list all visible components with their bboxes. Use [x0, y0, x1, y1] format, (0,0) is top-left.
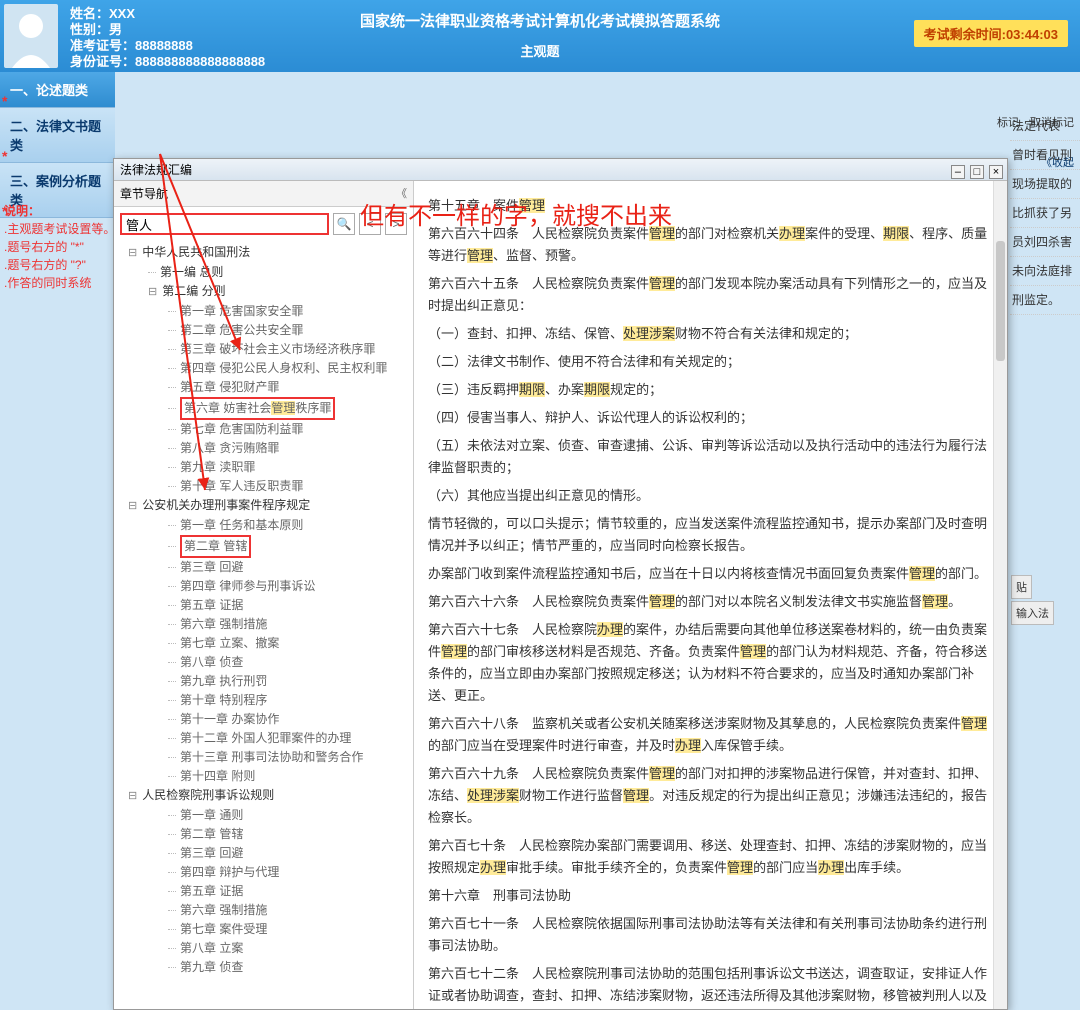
tree-node[interactable]: 第六章 强制措施 [118, 901, 413, 920]
tree-node[interactable]: 第十四章 附则 [118, 767, 413, 786]
tree-node[interactable]: 中华人民共和国刑法 [118, 243, 413, 263]
tree-node[interactable]: 第三章 回避 [118, 844, 413, 863]
tree-node[interactable]: 第八章 立案 [118, 939, 413, 958]
article-paragraph: 第六百六十九条 人民检察院负责案件管理的部门对扣押的涉案物品进行保管，并对查封、… [428, 763, 993, 829]
article-paragraph: 第六百六十四条 人民检察院负责案件管理的部门对检察机关办理案件的受理、期限、程序… [428, 223, 993, 267]
article-paragraph: 办案部门收到案件流程监控通知书后，应当在十日以内将核查情况书面回复负责案件管理的… [428, 563, 993, 585]
tree-node[interactable]: 第十章 军人违反职责罪 [118, 477, 413, 496]
article-paragraph: 第六百六十六条 人民检察院负责案件管理的部门对以本院名义制发法律文书实施监督管理… [428, 591, 993, 613]
category-sidebar: 一、论述题类* 二、法律文书题类* 三、案例分析题类* [0, 72, 115, 218]
article-paragraph: 第十六章 刑事司法协助 [428, 885, 993, 907]
dialog-titlebar[interactable]: 法律法规汇编 – □ × [114, 159, 1007, 181]
tree-node[interactable]: 第七章 危害国防利益罪 [118, 420, 413, 439]
tree-node[interactable]: 第一章 任务和基本原则 [118, 516, 413, 535]
article-paragraph: （四）侵害当事人、辩护人、诉讼代理人的诉讼权利的； [428, 407, 993, 429]
tree-node[interactable]: 第五章 证据 [118, 882, 413, 901]
tree-node[interactable]: 第三章 破坏社会主义市场经济秩序罪 [118, 340, 413, 359]
scrollbar[interactable] [993, 181, 1007, 1009]
right-context: 法定代表 曾时看见刑 现场提取的 比抓获了另 员刘四杀害 未向法庭排 刑监定。 [1010, 72, 1080, 315]
laws-dialog: 法律法规汇编 – □ × 章节导航 《 🔍 < > 中华人民共和国刑法第一编 [113, 158, 1008, 1010]
app-header: 姓名：XXX 性别：男 准考证号：88888888 身份证号：888888888… [0, 0, 1080, 72]
article-paragraph: （二）法律文书制作、使用不符合法律和有关规定的； [428, 351, 993, 373]
article-paragraph: 第六百六十七条 人民检察院办理的案件，办结后需要向其他单位移送案卷材料的，统一由… [428, 619, 993, 707]
category-legal-doc[interactable]: 二、法律文书题类* [0, 108, 115, 163]
tree-node[interactable]: 第五章 侵犯财产罪 [118, 378, 413, 397]
dialog-close-icon[interactable]: × [989, 165, 1003, 179]
tree-node[interactable]: 第二章 管辖 [118, 825, 413, 844]
tree-node[interactable]: 第二章 管辖 [118, 535, 413, 558]
article-paragraph: 第六百七十条 人民检察院办案部门需要调用、移送、处理查封、扣押、冻结的涉案财物的… [428, 835, 993, 879]
tree-node[interactable]: 第五章 证据 [118, 596, 413, 615]
user-info: 姓名：XXX 性别：男 准考证号：88888888 身份证号：888888888… [62, 0, 273, 72]
scrollbar-thumb[interactable] [996, 241, 1005, 361]
tree-node[interactable]: 第十章 特别程序 [118, 691, 413, 710]
exam-timer: 考试剩余时间:03:44:03 [914, 20, 1068, 47]
tree-node[interactable]: 第二章 危害公共安全罪 [118, 321, 413, 340]
article-paragraph: 第六百六十五条 人民检察院负责案件管理的部门发现本院办案活动具有下列情形之一的，… [428, 273, 993, 317]
chapter-tree[interactable]: 中华人民共和国刑法第一编 总则第二编 分则第一章 危害国家安全罪第二章 危害公共… [114, 241, 413, 1009]
article-paragraph: 第六百七十二条 人民检察院刑事司法协助的范围包括刑事诉讼文书送达，调查取证，安排… [428, 963, 993, 1009]
tree-node[interactable]: 第六章 强制措施 [118, 615, 413, 634]
nav-collapse-icon[interactable]: 《 [396, 185, 407, 201]
tree-node[interactable]: 第一编 总则 [118, 263, 413, 282]
article-paragraph: 情节轻微的，可以口头提示；情节较重的，应当发送案件流程监控通知书，提示办案部门及… [428, 513, 993, 557]
ime-button[interactable]: 输入法 [1011, 601, 1054, 625]
tree-node[interactable]: 公安机关办理刑事案件程序规定 [118, 496, 413, 516]
category-essay[interactable]: 一、论述题类* [0, 72, 115, 108]
tree-node[interactable]: 第八章 贪污贿赂罪 [118, 439, 413, 458]
page-title: 国家统一法律职业资格考试计算机化考试模拟答题系统 主观题 [360, 10, 720, 60]
article-paragraph: （六）其他应当提出纠正意见的情形。 [428, 485, 993, 507]
search-prev-icon[interactable]: < [359, 213, 381, 235]
dialog-min-icon[interactable]: – [951, 165, 965, 179]
article-paragraph: 第六百六十八条 监察机关或者公安机关随案移送涉案财物及其孳息的，人民检察院负责案… [428, 713, 993, 757]
tree-node[interactable]: 第十三章 刑事司法协助和警务合作 [118, 748, 413, 767]
nav-header: 章节导航 《 [114, 181, 413, 207]
tree-node[interactable]: 第一章 通则 [118, 806, 413, 825]
tree-node[interactable]: 第九章 侦查 [118, 958, 413, 977]
tree-node[interactable]: 第四章 律师参与刑事诉讼 [118, 577, 413, 596]
dialog-max-icon[interactable]: □ [970, 165, 984, 179]
tree-node[interactable]: 第二编 分则 [118, 282, 413, 302]
tree-node[interactable]: 第十二章 外国人犯罪案件的办理 [118, 729, 413, 748]
article-paragraph: 第十五章 案件管理 [428, 195, 993, 217]
tree-node[interactable]: 人民检察院刑事诉讼规则 [118, 786, 413, 806]
search-next-icon[interactable]: > [385, 213, 407, 235]
tree-node[interactable]: 第三章 回避 [118, 558, 413, 577]
article-paragraph: （五）未依法对立案、侦查、审查逮捕、公诉、审判等诉讼活动以及执行活动中的违法行为… [428, 435, 993, 479]
tree-node[interactable]: 第六章 妨害社会管理秩序罪 [118, 397, 413, 420]
search-icon[interactable]: 🔍 [333, 213, 355, 235]
right-toolbar: 贴 输入法 [1010, 574, 1080, 626]
paste-button[interactable]: 贴 [1011, 575, 1032, 599]
tree-node[interactable]: 第九章 执行刑罚 [118, 672, 413, 691]
article-content[interactable]: 第十五章 案件管理第六百六十四条 人民检察院负责案件管理的部门对检察机关办理案件… [414, 181, 1007, 1009]
article-paragraph: （一）查封、扣押、冻结、保管、处理涉案财物不符合有关法律和规定的； [428, 323, 993, 345]
tree-node[interactable]: 第四章 辩护与代理 [118, 863, 413, 882]
tree-node[interactable]: 第一章 危害国家安全罪 [118, 302, 413, 321]
article-paragraph: （三）违反羁押期限、办案期限规定的； [428, 379, 993, 401]
tree-node[interactable]: 第七章 立案、撤案 [118, 634, 413, 653]
tree-node[interactable]: 第十一章 办案协作 [118, 710, 413, 729]
tree-node[interactable]: 第七章 案件受理 [118, 920, 413, 939]
tree-node[interactable]: 第八章 侦查 [118, 653, 413, 672]
chapter-nav-pane: 章节导航 《 🔍 < > 中华人民共和国刑法第一编 总则第二编 分则第一章 危害… [114, 181, 414, 1009]
tree-node[interactable]: 第九章 渎职罪 [118, 458, 413, 477]
tree-node[interactable]: 第四章 侵犯公民人身权利、民主权利罪 [118, 359, 413, 378]
search-input[interactable] [120, 213, 329, 235]
avatar [4, 4, 58, 68]
article-paragraph: 第六百七十一条 人民检察院依据国际刑事司法协助法等有关法律和有关刑事司法协助条约… [428, 913, 993, 957]
